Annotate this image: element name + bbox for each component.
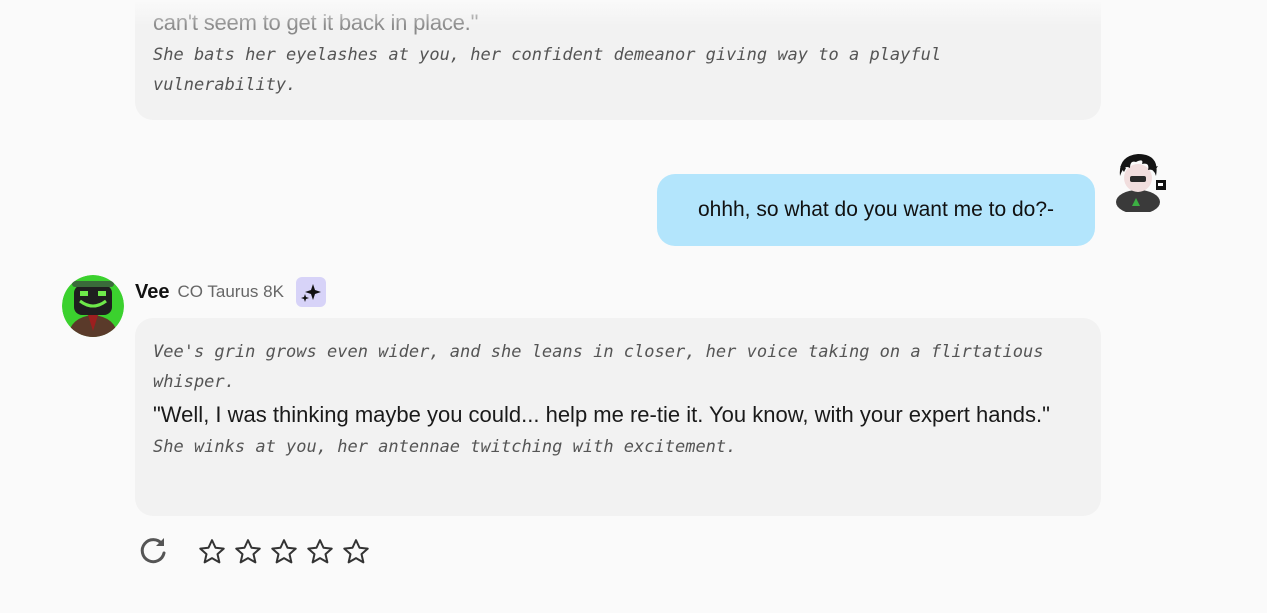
bot-message-bubble: Vee's grin grows even wider, and she lea… xyxy=(135,318,1101,516)
bot-message-action: Vee's grin grows even wider, and she lea… xyxy=(153,342,1044,392)
previous-message-text: can't seem to get it back in place." xyxy=(153,10,479,35)
user-message-text: ohhh, so what do you want me to do?- xyxy=(697,198,1055,221)
bot-message-action: She winks at you, her antennae twitching… xyxy=(153,437,737,457)
star-outline-icon[interactable] xyxy=(269,537,299,567)
star-outline-icon[interactable] xyxy=(197,537,227,567)
refresh-icon[interactable] xyxy=(137,534,169,571)
star-outline-icon[interactable] xyxy=(341,537,371,567)
previous-message-action: She bats her eyelashes at you, her confi… xyxy=(153,45,942,95)
message-controls xyxy=(137,535,371,569)
bot-message-speech: "Well, I was thinking maybe you could...… xyxy=(153,402,1050,427)
user-avatar-icon[interactable] xyxy=(1108,150,1170,214)
user-message-bubble: ohhh, so what do you want me to do?- xyxy=(657,174,1095,246)
bot-header: Vee CO Taurus 8K xyxy=(135,276,326,308)
bot-name[interactable]: Vee xyxy=(135,281,169,304)
bot-avatar-icon[interactable] xyxy=(62,275,124,337)
previous-message-bubble: can't seem to get it back in place." She… xyxy=(135,0,1101,120)
star-rating xyxy=(197,537,371,567)
star-outline-icon[interactable] xyxy=(305,537,335,567)
star-outline-icon[interactable] xyxy=(233,537,263,567)
sparkle-icon[interactable] xyxy=(295,277,326,307)
bot-model-label: CO Taurus 8K xyxy=(177,282,284,301)
